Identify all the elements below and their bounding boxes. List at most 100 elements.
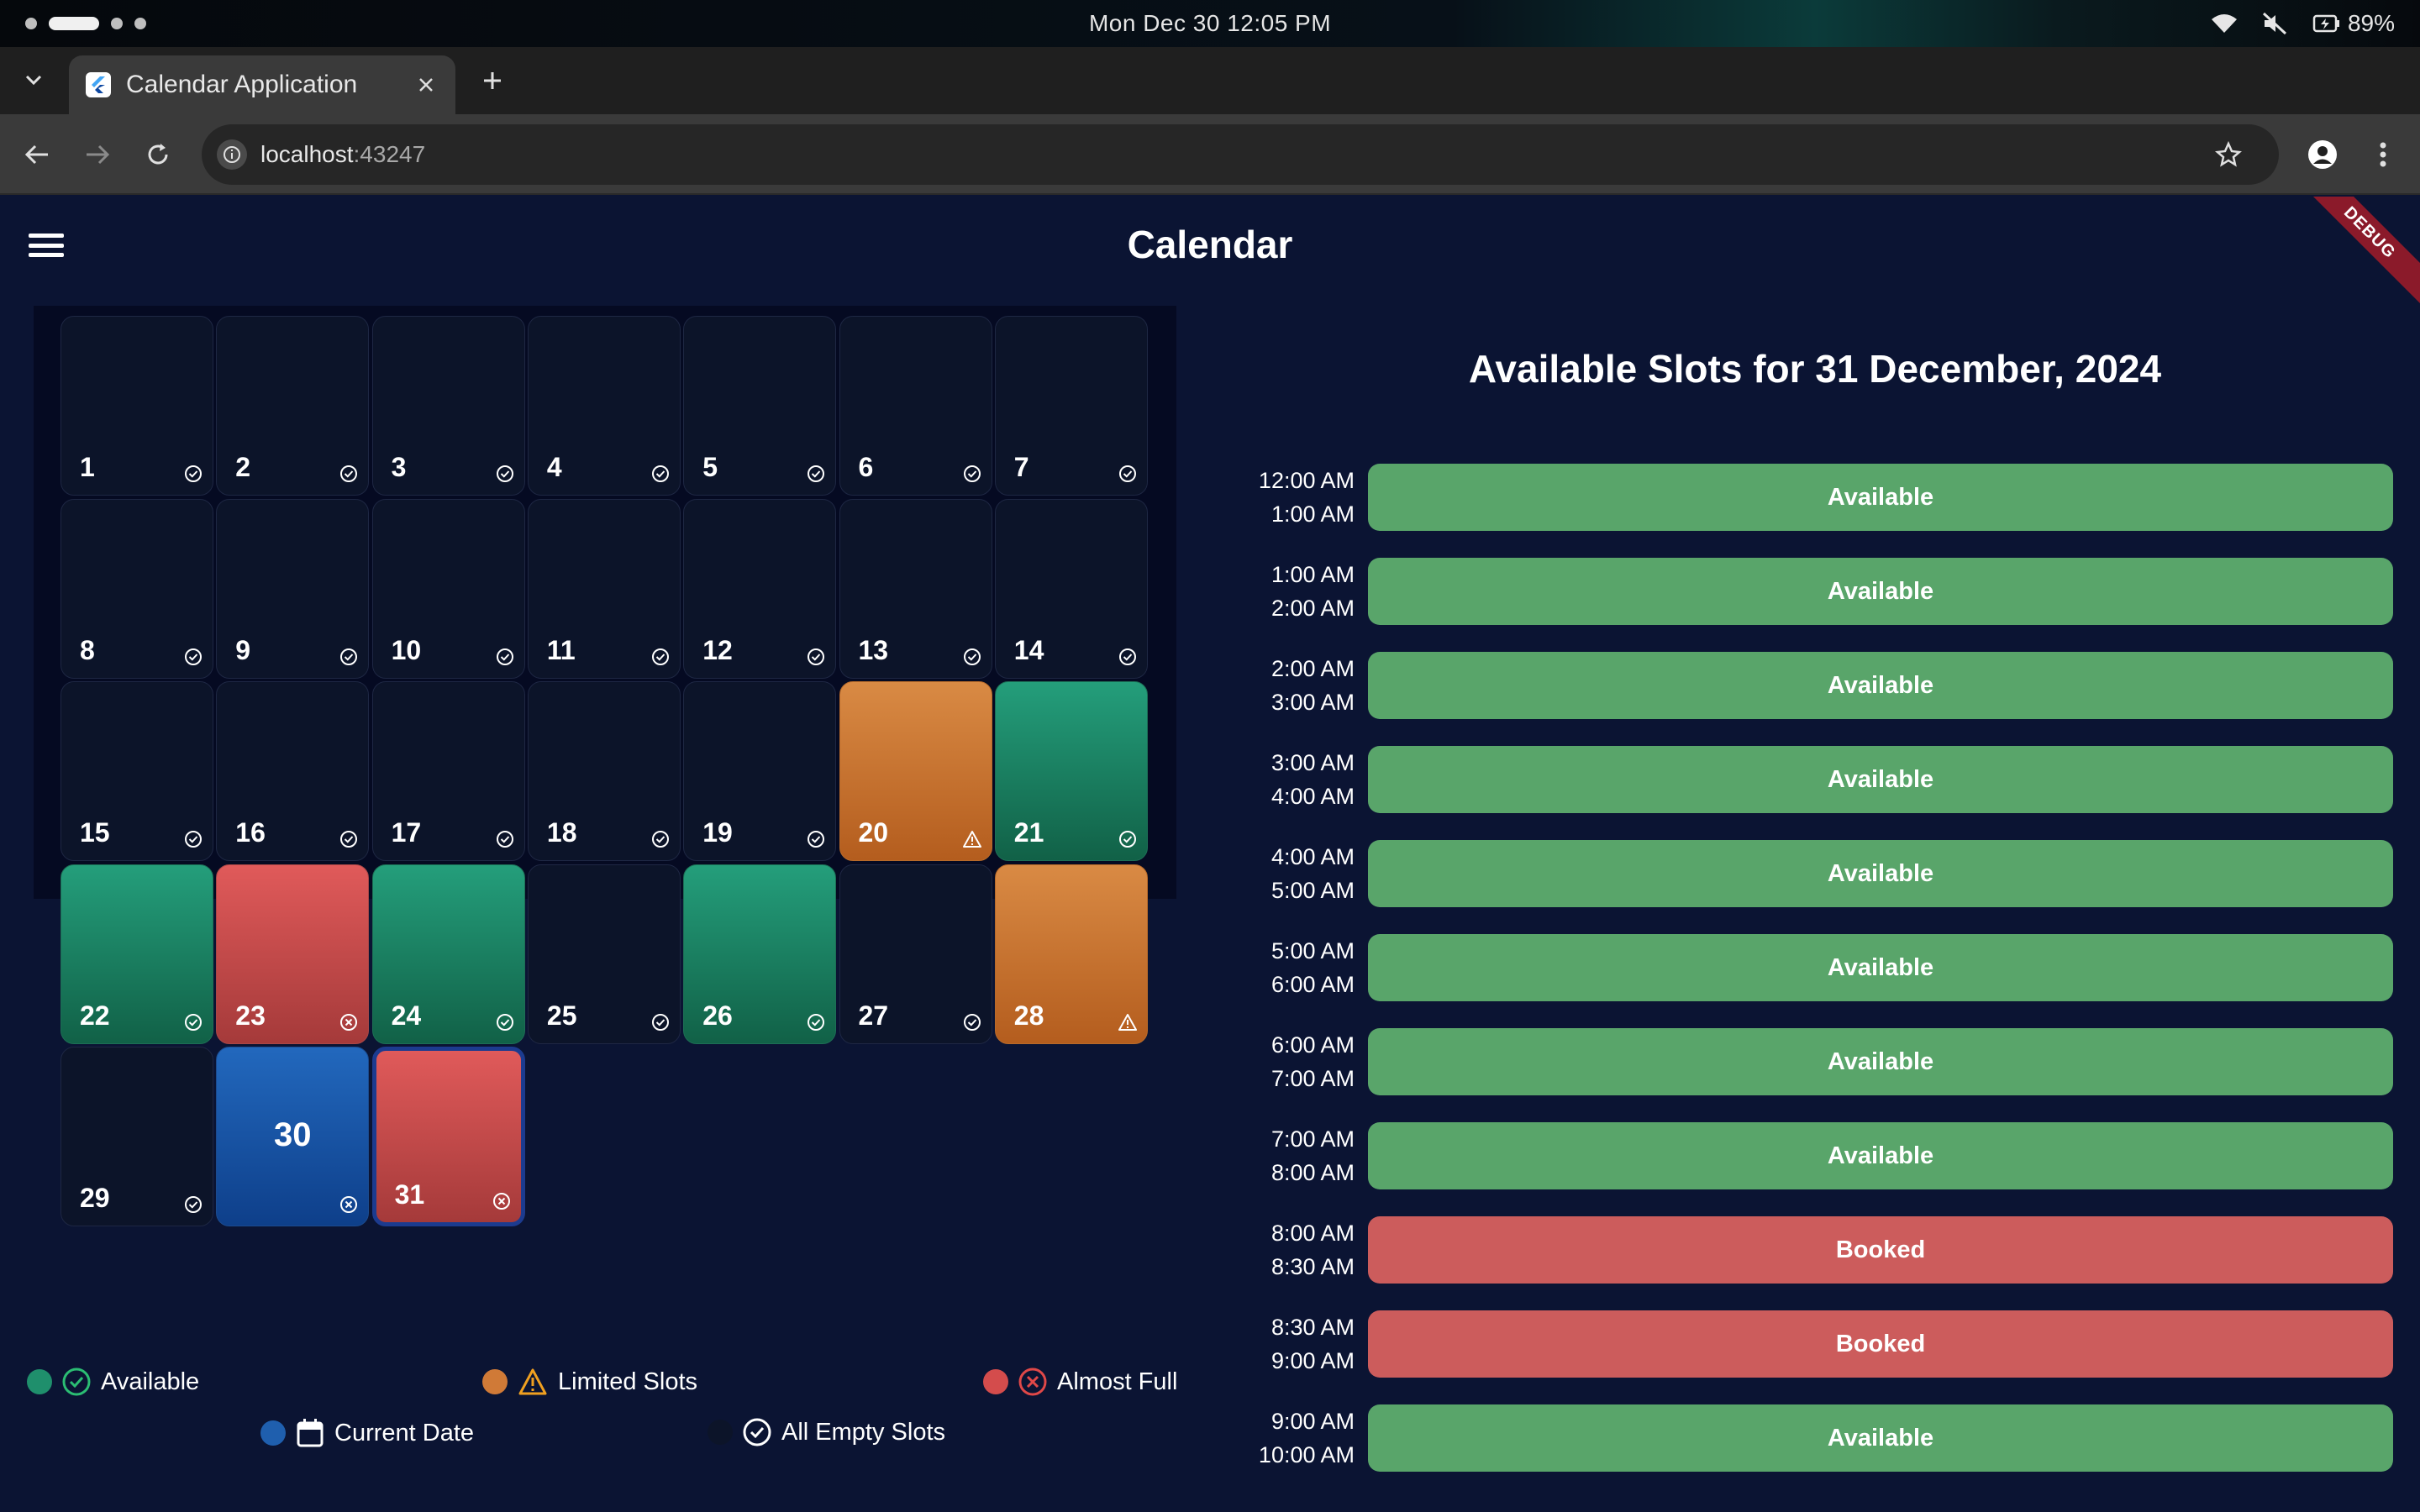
calendar-grid: 1 2 3 4 5 6 7 8 9 10 11 12 13 14 15 16 17 18 19 20 21 22 23 24 2… xyxy=(34,306,1176,1227)
calendar-day-25[interactable]: 25 xyxy=(527,864,681,1044)
slot-available-button[interactable]: Available xyxy=(1368,1122,2393,1189)
address-bar[interactable]: localhost:43247 xyxy=(202,124,2279,185)
legend-dot-orange xyxy=(482,1369,508,1394)
calendar-day-11[interactable]: 11 xyxy=(527,498,681,679)
legend-limited-label: Limited Slots xyxy=(558,1368,698,1395)
calendar-day-29[interactable]: 29 xyxy=(60,1047,213,1227)
day-number: 3 xyxy=(391,452,407,482)
calendar-day-28[interactable]: 28 xyxy=(994,864,1148,1044)
calendar-day-9[interactable]: 9 xyxy=(216,498,370,679)
day-number: 1 xyxy=(80,452,95,482)
check-circle-icon xyxy=(185,465,202,482)
slot-row: 6:00 AM 7:00 AM Available xyxy=(1227,1028,2393,1095)
day-number: 9 xyxy=(235,634,251,665)
bookmark-star-button[interactable] xyxy=(2213,139,2244,170)
check-circle-icon xyxy=(808,465,825,482)
forward-button[interactable] xyxy=(79,136,116,173)
site-info-icon[interactable] xyxy=(217,139,247,170)
browser-menu-button[interactable] xyxy=(2368,136,2398,173)
slot-available-button[interactable]: Available xyxy=(1368,746,2393,813)
day-number: 4 xyxy=(546,452,562,482)
system-clock[interactable]: Mon Dec 30 12:05 PM xyxy=(0,10,2420,37)
calendar-day-27[interactable]: 27 xyxy=(839,864,992,1044)
slot-time: 3:00 AM 4:00 AM xyxy=(1227,746,1355,813)
calendar-day-10[interactable]: 10 xyxy=(371,498,525,679)
slot-available-button[interactable]: Available xyxy=(1368,934,2393,1001)
calendar-day-18[interactable]: 18 xyxy=(527,681,681,862)
tab-title: Calendar Application xyxy=(126,71,358,98)
slot-booked-button[interactable]: Booked xyxy=(1368,1216,2393,1284)
browser-toolbar: localhost:43247 xyxy=(0,114,2420,195)
day-number: 15 xyxy=(80,817,110,848)
legend-limited: Limited Slots xyxy=(482,1368,697,1396)
slot-start-time: 3:00 AM xyxy=(1270,750,1355,775)
check-circle-icon xyxy=(651,1013,669,1031)
slots-title: Available Slots for 31 December, 2024 xyxy=(1468,347,2162,391)
calendar-day-19[interactable]: 19 xyxy=(683,681,837,862)
calendar-day-24[interactable]: 24 xyxy=(371,864,525,1044)
calendar-day-22[interactable]: 22 xyxy=(60,864,213,1044)
calendar-day-20[interactable]: 20 xyxy=(839,681,992,862)
calendar-day-8[interactable]: 8 xyxy=(60,498,213,679)
calendar-day-17[interactable]: 17 xyxy=(371,681,525,862)
slot-start-time: 8:30 AM xyxy=(1270,1315,1355,1340)
calendar-day-4[interactable]: 4 xyxy=(527,316,681,496)
slot-end-time: 2:00 AM xyxy=(1270,596,1355,621)
slot-booked-button[interactable]: Booked xyxy=(1368,1310,2393,1378)
calendar-day-6[interactable]: 6 xyxy=(839,316,992,496)
day-number: 12 xyxy=(702,634,733,665)
day-number: 29 xyxy=(80,1183,110,1214)
day-number: 18 xyxy=(546,817,577,848)
calendar-day-5[interactable]: 5 xyxy=(683,316,837,496)
url-port: :43247 xyxy=(353,141,426,167)
flutter-favicon-icon xyxy=(86,72,111,97)
tab-close-button[interactable] xyxy=(413,72,439,97)
calendar-day-1[interactable]: 1 xyxy=(60,316,213,496)
calendar-day-16[interactable]: 16 xyxy=(216,681,370,862)
profile-button[interactable] xyxy=(2304,136,2341,173)
slot-available-button[interactable]: Available xyxy=(1368,840,2393,907)
legend-current-date-label: Current Date xyxy=(334,1419,475,1446)
slot-available-button[interactable]: Available xyxy=(1368,652,2393,719)
legend-available-label: Available xyxy=(101,1368,200,1395)
cancel-circle-icon xyxy=(1018,1368,1047,1396)
check-circle-icon xyxy=(496,831,513,848)
cancel-circle-icon xyxy=(340,1196,358,1214)
calendar-day-7[interactable]: 7 xyxy=(994,316,1148,496)
system-status-area[interactable]: 89% xyxy=(2210,10,2395,37)
day-number: 11 xyxy=(546,634,576,665)
url-host: localhost xyxy=(260,141,354,167)
more-vertical-icon xyxy=(2380,142,2386,167)
check-circle-icon xyxy=(1118,831,1136,848)
calendar-day-21[interactable]: 21 xyxy=(994,681,1148,862)
calendar-day-26[interactable]: 26 xyxy=(683,864,837,1044)
chevron-down-icon xyxy=(25,75,42,86)
back-button[interactable] xyxy=(18,136,55,173)
calendar-day-14[interactable]: 14 xyxy=(994,498,1148,679)
slot-time: 12:00 AM 1:00 AM xyxy=(1227,464,1355,531)
slot-row: 12:00 AM 1:00 AM Available xyxy=(1227,464,2393,531)
check-circle-icon xyxy=(963,465,981,482)
slot-start-time: 9:00 AM xyxy=(1270,1409,1355,1434)
calendar-day-13[interactable]: 13 xyxy=(839,498,992,679)
slot-start-time: 1:00 AM xyxy=(1270,562,1355,587)
calendar-day-23[interactable]: 23 xyxy=(216,864,370,1044)
calendar-day-12[interactable]: 12 xyxy=(683,498,837,679)
slot-available-button[interactable]: Available xyxy=(1368,1404,2393,1472)
slot-available-button[interactable]: Available xyxy=(1368,558,2393,625)
calendar-day-3[interactable]: 3 xyxy=(371,316,525,496)
slot-available-button[interactable]: Available xyxy=(1368,464,2393,531)
calendar-day-15[interactable]: 15 xyxy=(60,681,213,862)
tab-search-button[interactable] xyxy=(18,66,49,96)
slot-time: 5:00 AM 6:00 AM xyxy=(1227,934,1355,1001)
calendar-day-30[interactable]: 30 xyxy=(216,1047,370,1227)
cancel-circle-icon xyxy=(492,1193,510,1210)
calendar-day-2[interactable]: 2 xyxy=(216,316,370,496)
check-circle-icon xyxy=(743,1418,771,1446)
day-number: 22 xyxy=(80,1000,110,1031)
new-tab-button[interactable] xyxy=(476,64,509,97)
slot-available-button[interactable]: Available xyxy=(1368,1028,2393,1095)
browser-tab-calendar[interactable]: Calendar Application xyxy=(69,55,455,114)
reload-button[interactable] xyxy=(139,136,176,173)
calendar-day-31[interactable]: 31 xyxy=(371,1047,525,1227)
